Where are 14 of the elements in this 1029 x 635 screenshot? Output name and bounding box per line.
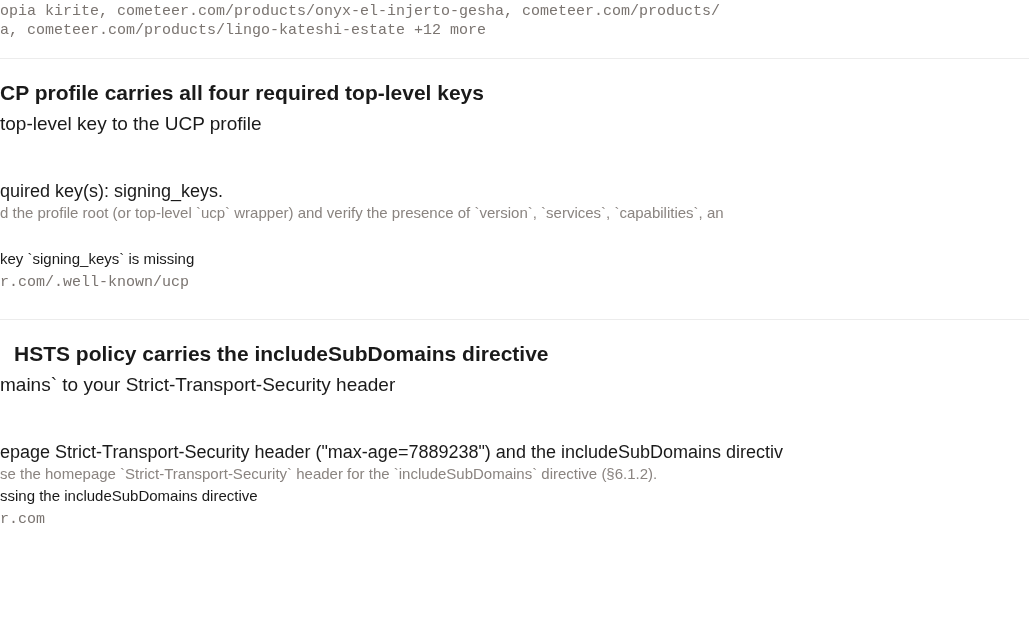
evidence-urls: a, cometeer.com/products/lingo-kateshi-estate +12 more — [0, 21, 488, 40]
check-title: HSTS policy carries the includeSubDomains directive — [13, 341, 550, 367]
url-text: r.com/.well-known/ucp — [0, 273, 191, 293]
fix-hint: mains` to your Strict-Transport-Security header — [0, 373, 397, 397]
check-title: CP profile carries all four required top-level keys — [0, 80, 485, 106]
evidence-urls: opia kirite, cometeer.com/products/onyx-el-injerto-gesha, cometeer.com/products/ — [0, 2, 722, 21]
finding-text: epage Strict-Transport-Security header ("max-age=7889238") and the includeSubDomains directiv — [0, 441, 785, 464]
detail-text: ssing the includeSubDomains directive — [0, 486, 259, 506]
method-text: d the profile root (or top-level `ucp` wrapper) and verify the presence of `version`, `services`, `capabilities`, an — [0, 203, 725, 223]
finding-text: quired key(s): signing_keys. — [0, 180, 225, 203]
method-text: se the homepage `Strict-Transport-Security` header for the `includeSubDomains` directive (§6.1.2). — [0, 464, 659, 484]
fix-hint: top-level key to the UCP profile — [0, 112, 263, 136]
detail-text: key `signing_keys` is missing — [0, 249, 196, 269]
url-text: r.com — [0, 510, 46, 530]
